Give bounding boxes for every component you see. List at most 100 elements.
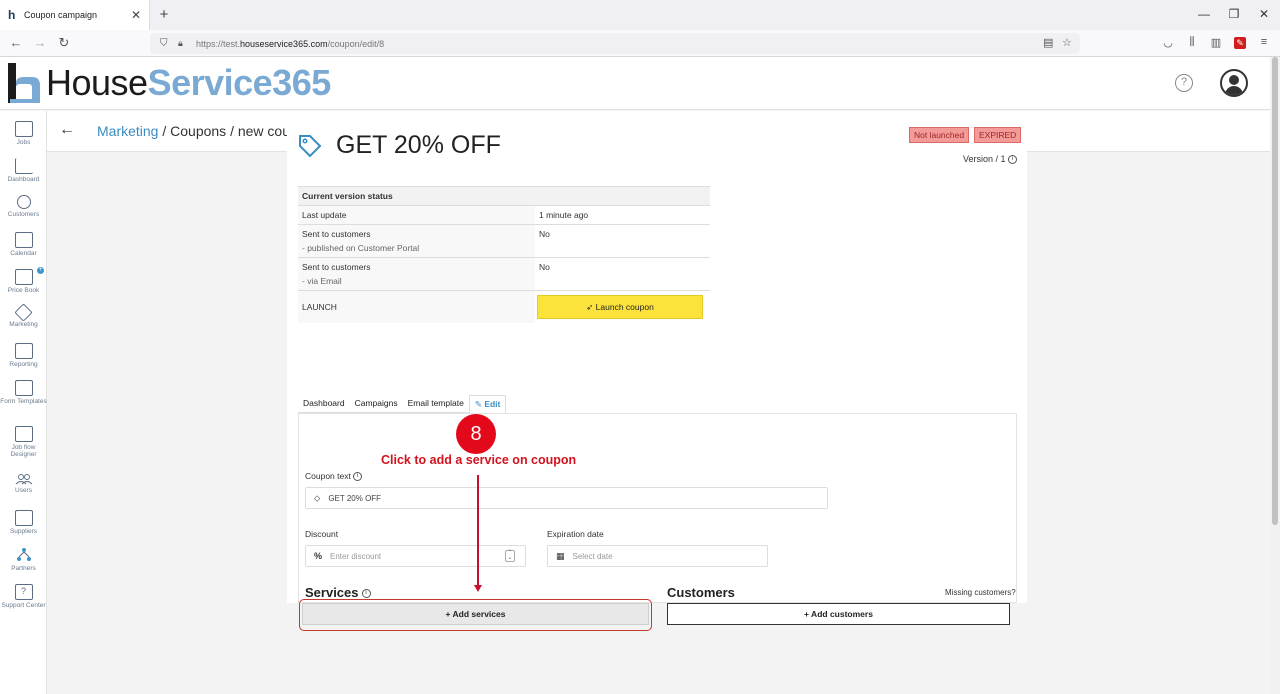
- forward-icon[interactable]: →: [32, 35, 48, 51]
- info-icon[interactable]: i: [353, 472, 363, 482]
- table-header: Current version status: [298, 186, 710, 206]
- logo-text-house: House: [46, 62, 148, 103]
- page-scrollbar[interactable]: [1270, 57, 1280, 694]
- sidebar-item-customers[interactable]: Customers: [0, 195, 47, 218]
- coupon-card: GET 20% OFF Not launched EXPIRED Version…: [287, 113, 1027, 603]
- sidebar-item-suppliers[interactable]: Suppliers: [0, 510, 47, 535]
- browser-tab-bar: h Coupon campaign ✕ + — ❐ ✕: [0, 0, 1280, 30]
- annotation-highlight-box: [299, 599, 652, 631]
- tab-campaigns[interactable]: Campaigns: [349, 395, 403, 413]
- back-icon[interactable]: ←: [8, 35, 24, 51]
- coupon-tabs: Dashboard Campaigns Email template ✎ Edi…: [298, 395, 507, 413]
- menu-icon[interactable]: ≡: [1257, 36, 1271, 48]
- coupon-tag-icon: [299, 135, 322, 158]
- breadcrumb-marketing-link[interactable]: Marketing: [97, 123, 158, 139]
- table-row: Last update 1 minute ago: [298, 205, 710, 225]
- annotation-arrow-head-icon: [474, 585, 482, 592]
- close-tab-icon[interactable]: ✕: [129, 8, 143, 22]
- logo-text-service: Service365: [147, 62, 332, 103]
- truck-icon: [14, 510, 33, 526]
- url-text: https://test.houseservice365.com/coupon/…: [196, 38, 385, 49]
- stepper-icon[interactable]: ⌃ ⌄: [505, 550, 515, 562]
- status-badge-not-launched: Not launched: [909, 127, 970, 143]
- tab-title: Coupon campaign: [24, 10, 98, 20]
- reader-view-icon[interactable]: ▤: [1043, 36, 1053, 49]
- expiration-date-input[interactable]: ▦ Select date: [547, 545, 768, 567]
- shield-icon: ⛉: [160, 38, 168, 49]
- sidebar-item-dashboard[interactable]: Dashboard: [0, 158, 47, 183]
- reporting-icon: [14, 343, 33, 359]
- coupon-text-field[interactable]: ⬦ GET 20% OFF: [305, 487, 828, 509]
- annotation-callout-text: Click to add a service on coupon: [381, 453, 577, 467]
- library-icon[interactable]: ⫼: [1185, 36, 1199, 49]
- bookmark-star-icon[interactable]: ☆: [1062, 36, 1072, 49]
- customers-title: Customers: [667, 585, 735, 600]
- customers-icon: [16, 195, 31, 209]
- sidebar-item-marketing[interactable]: Marketing: [0, 303, 47, 328]
- price-book-icon: [14, 269, 33, 285]
- expiration-date-label: Expiration date: [547, 529, 604, 539]
- tab-dashboard[interactable]: Dashboard: [298, 395, 350, 413]
- sidebar-item-calendar[interactable]: Calendar: [0, 232, 47, 257]
- tab-edit[interactable]: ✎ Edit: [468, 395, 507, 413]
- version-status-table: Current version status Last update 1 min…: [298, 186, 710, 323]
- coupon-text-label: Coupon text i: [305, 471, 363, 482]
- launch-coupon-button[interactable]: ➶ Launch coupon: [537, 295, 703, 319]
- coupon-title: GET 20% OFF: [336, 131, 501, 159]
- breadcrumb: Marketing / Coupons / new coupon: [97, 123, 313, 139]
- user-avatar-icon[interactable]: [1220, 69, 1248, 97]
- job-flow-icon: [14, 426, 33, 442]
- sidebar-item-support-center[interactable]: ? Support Center: [0, 584, 47, 609]
- extension-icon[interactable]: ✎: [1234, 37, 1246, 49]
- services-title: Services i: [305, 585, 371, 600]
- discount-label: Discount: [305, 529, 339, 539]
- sidebar-toggle-icon[interactable]: ▥: [1209, 36, 1223, 49]
- sidebar-item-users[interactable]: Users: [0, 473, 47, 494]
- users-icon: [15, 473, 33, 485]
- info-icon[interactable]: i: [361, 589, 371, 599]
- pencil-icon: ✎: [474, 399, 482, 409]
- sidebar-item-price-book[interactable]: Price Book +: [0, 267, 47, 294]
- version-label: Version / 1 i: [963, 154, 1018, 165]
- add-customers-button[interactable]: + Add customers: [667, 603, 1010, 625]
- plus-icon[interactable]: +: [37, 267, 44, 274]
- logo-h-icon: [8, 63, 40, 103]
- status-badge-expired: EXPIRED: [974, 127, 1022, 143]
- support-icon: ?: [14, 584, 33, 600]
- url-bar[interactable]: ⛉ 🔒︎ https://test.houseservice365.com/co…: [150, 33, 1080, 54]
- close-window-icon[interactable]: ✕: [1256, 7, 1272, 21]
- sidebar-item-form-templates[interactable]: Form Templates: [0, 380, 47, 405]
- tab-email-template[interactable]: Email template: [402, 395, 469, 413]
- restore-icon[interactable]: ❐: [1226, 7, 1242, 21]
- logo[interactable]: HouseService365: [8, 63, 331, 103]
- rocket-icon: ➶: [586, 302, 594, 312]
- new-tab-icon[interactable]: +: [155, 6, 173, 24]
- minimize-icon[interactable]: —: [1196, 7, 1212, 21]
- sidebar-item-reporting[interactable]: Reporting: [0, 343, 47, 368]
- browser-tab[interactable]: h Coupon campaign ✕: [0, 0, 150, 30]
- browser-nav-bar: ← → ↻ ⛉ 🔒︎ https://test.houseservice365.…: [0, 30, 1280, 57]
- sidebar-item-jobs[interactable]: Jobs: [0, 121, 47, 146]
- houseservice-favicon-icon: h: [8, 7, 16, 22]
- sidebar-item-partners[interactable]: Partners: [0, 547, 47, 572]
- info-icon[interactable]: i: [1008, 155, 1018, 165]
- table-row: Sent to customers - via Email No: [298, 257, 710, 291]
- discount-input[interactable]: % Enter discount ⌃ ⌄: [305, 545, 526, 567]
- sidebar-item-job-flow-designer[interactable]: Job flow Designer: [0, 426, 47, 458]
- tag-icon: [14, 303, 33, 322]
- lock-icon: 🔒︎: [178, 38, 183, 48]
- calendar-icon: [14, 232, 33, 248]
- pocket-icon[interactable]: ◡: [1161, 36, 1175, 49]
- app-header: HouseService365 ?: [0, 57, 1270, 110]
- reload-icon[interactable]: ↻: [56, 35, 72, 51]
- form-templates-icon: [14, 380, 33, 396]
- percent-icon: %: [314, 551, 323, 561]
- sidebar: Jobs Dashboard Customers Calendar Price …: [0, 111, 47, 694]
- jobs-icon: [14, 121, 33, 137]
- step-number-badge: 8: [456, 414, 496, 454]
- back-arrow-icon[interactable]: ←: [59, 121, 75, 139]
- tag-icon: ⬦: [314, 492, 321, 503]
- table-row: LAUNCH ➶ Launch coupon: [298, 290, 710, 323]
- help-icon[interactable]: ?: [1175, 74, 1193, 92]
- missing-customers-link[interactable]: Missing customers?: [945, 588, 1016, 597]
